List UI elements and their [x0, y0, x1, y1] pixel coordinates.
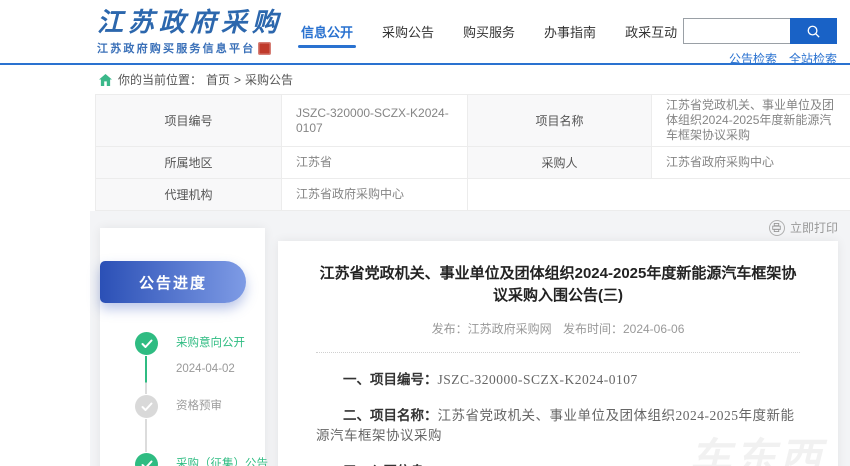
search-area: 公告检索 全站检索 [683, 18, 837, 67]
nav-item-purchase-service[interactable]: 购买服务 [462, 18, 516, 55]
timeline-connector [145, 356, 147, 394]
nav-item-info-disclosure[interactable]: 信息公开 [300, 18, 354, 55]
site-logo[interactable]: 江苏政府采购 江苏政府购买服务信息平台 [97, 8, 283, 56]
nav-item-procurement-notice[interactable]: 采购公告 [381, 18, 435, 55]
purchaser-value: 江苏省政府采购中心 [652, 147, 850, 179]
seal-icon [258, 42, 271, 55]
region-label: 所属地区 [96, 147, 282, 179]
progress-sidebar: 公告进度 采购意向公开 2024-04-02 资格预审 [100, 228, 265, 466]
step-label: 采购（征集）公告 [176, 453, 265, 466]
check-icon [135, 453, 158, 466]
empty-cell [468, 179, 850, 211]
home-icon [99, 74, 112, 86]
breadcrumb-separator: > [234, 73, 241, 87]
project-number-value: JSZC-320000-SCZX-K2024-0107 [282, 95, 468, 147]
project-info-table: 项目编号 JSZC-320000-SCZX-K2024-0107 项目名称 江苏… [95, 94, 850, 211]
step-label: 资格预审 [176, 395, 265, 418]
section-shortlist-info: 三、入围信息 [316, 462, 800, 466]
agency-value: 江苏省政府采购中心 [282, 179, 468, 211]
publish-time: 发布时间：2024-06-06 [563, 322, 684, 336]
region-value: 江苏省 [282, 147, 468, 179]
search-button[interactable] [790, 18, 837, 44]
progress-timeline: 采购意向公开 2024-04-02 资格预审 采购（征集）公告 [100, 332, 265, 466]
logo-title: 江苏政府采购 [97, 8, 283, 38]
purchaser-label: 采购人 [468, 147, 652, 179]
timeline-step-solicitation: 采购（征集）公告 [100, 453, 265, 466]
announcement-search-link[interactable]: 公告检索 [729, 50, 777, 67]
publisher: 发布：江苏政府采购网 [432, 322, 552, 336]
project-name-label: 项目名称 [468, 95, 652, 147]
content-section: 公告进度 采购意向公开 2024-04-02 资格预审 [90, 211, 850, 466]
breadcrumb-home-link[interactable] [99, 74, 112, 86]
breadcrumb-current: 采购公告 [245, 71, 293, 88]
breadcrumb: 你的当前位置： 首页 > 采购公告 [0, 65, 850, 94]
announcement-title: 江苏省党政机关、事业单位及团体组织2024-2025年度新能源汽车框架协议采购入… [316, 263, 800, 307]
breadcrumb-home[interactable]: 首页 [206, 71, 230, 88]
printer-icon [769, 220, 785, 236]
timeline-step-prequalification: 资格预审 [100, 395, 265, 453]
step-date: 2024-04-02 [176, 363, 265, 375]
step-label: 采购意向公开 [176, 332, 265, 355]
agency-label: 代理机构 [96, 179, 282, 211]
check-icon [135, 395, 158, 418]
table-row: 代理机构 江苏省政府采购中心 [96, 179, 850, 211]
divider [316, 352, 800, 353]
site-header: 江苏政府采购 江苏政府购买服务信息平台 信息公开 采购公告 购买服务 办事指南 … [0, 0, 850, 65]
search-icon [806, 24, 821, 39]
section-project-name: 二、项目名称：江苏省党政机关、事业单位及团体组织2024-2025年度新能源汽车… [316, 406, 800, 445]
announcement-card: 江苏省党政机关、事业单位及团体组织2024-2025年度新能源汽车框架协议采购入… [278, 241, 838, 466]
project-number-label: 项目编号 [96, 95, 282, 147]
site-search-link[interactable]: 全站检索 [789, 50, 837, 67]
section-project-number: 一、项目编号：JSZC-320000-SCZX-K2024-0107 [316, 370, 800, 390]
progress-title-banner: 公告进度 [100, 261, 246, 303]
print-button[interactable]: 立即打印 [278, 214, 838, 241]
timeline-connector [145, 419, 147, 452]
table-row: 项目编号 JSZC-320000-SCZX-K2024-0107 项目名称 江苏… [96, 95, 850, 147]
search-input[interactable] [683, 18, 790, 44]
article-column: 立即打印 江苏省党政机关、事业单位及团体组织2024-2025年度新能源汽车框架… [278, 211, 838, 466]
nav-item-interaction[interactable]: 政采互动 [624, 18, 678, 55]
announcement-meta: 发布：江苏政府采购网 发布时间：2024-06-06 [316, 320, 800, 337]
logo-subtitle: 江苏政府购买服务信息平台 [97, 40, 255, 56]
nav-item-service-guide[interactable]: 办事指南 [543, 18, 597, 55]
timeline-step-intent: 采购意向公开 2024-04-02 [100, 332, 265, 395]
project-name-value: 江苏省党政机关、事业单位及团体组织2024-2025年度新能源汽车框架协议采购 [652, 95, 850, 147]
print-label: 立即打印 [790, 219, 838, 236]
check-icon [135, 332, 158, 355]
breadcrumb-prefix: 你的当前位置： [118, 71, 202, 88]
table-row: 所属地区 江苏省 采购人 江苏省政府采购中心 [96, 147, 850, 179]
